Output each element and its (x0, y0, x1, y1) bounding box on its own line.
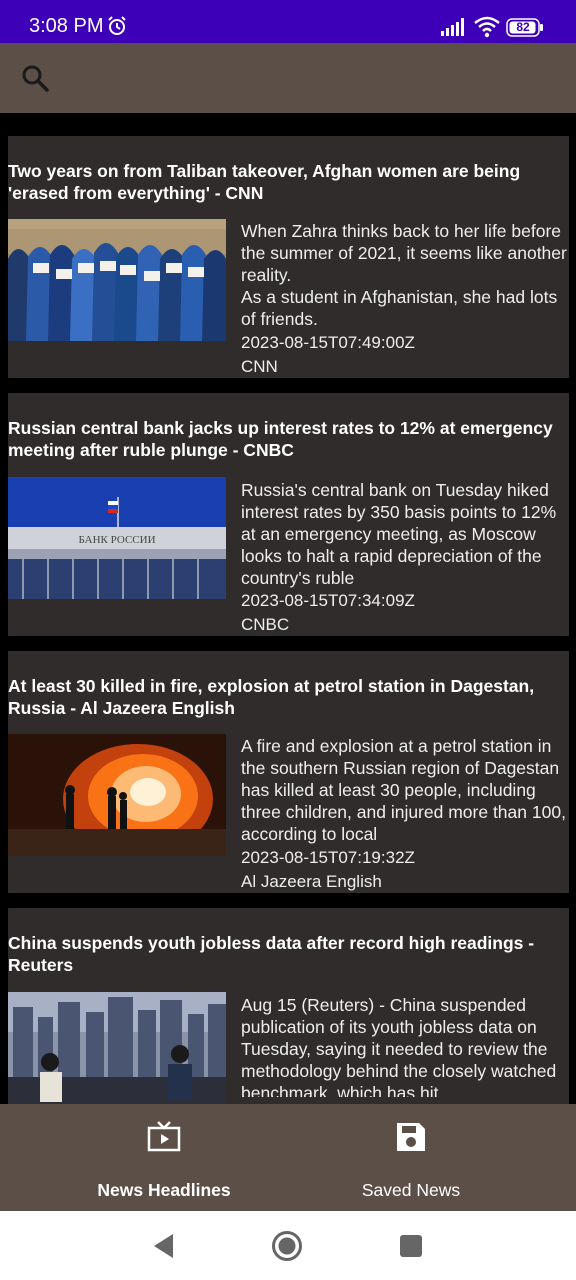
article-description: A fire and explosion at a petrol station… (241, 736, 566, 844)
nav-item-saved-news[interactable]: Saved News (311, 1104, 511, 1211)
news-card[interactable]: China suspends youth jobless data after … (8, 908, 569, 1104)
article-thumbnail (8, 992, 226, 1104)
home-icon[interactable] (271, 1230, 303, 1262)
article-date: 2023-08-15T07:19:32Z (241, 848, 415, 867)
article-title: Two years on from Taliban takeover, Afgh… (8, 161, 521, 203)
back-icon[interactable] (151, 1232, 177, 1260)
article-thumbnail (8, 219, 226, 341)
article-description: Aug 15 (Reuters) - China suspended publi… (241, 995, 557, 1097)
wifi-icon (474, 16, 500, 38)
battery-level: 82 (516, 20, 530, 34)
article-thumbnail (8, 734, 226, 856)
nav-label: Saved News (361, 1180, 461, 1200)
status-bar: 3:08 PM 82 (0, 0, 576, 43)
article-source: CNN (241, 357, 278, 376)
status-time: 3:08 PM (29, 15, 104, 37)
article-source: Al Jazeera English (241, 872, 382, 891)
signal-icon (441, 18, 464, 36)
article-source: CNBC (241, 615, 290, 634)
article-description: Russia's central bank on Tuesday hiked i… (241, 480, 557, 588)
article-description: When Zahra thinks back to her life befor… (241, 221, 567, 329)
search-icon[interactable] (20, 63, 50, 93)
news-feed[interactable]: Two years on from Taliban takeover, Afgh… (0, 113, 576, 1104)
recents-icon[interactable] (400, 1235, 422, 1257)
bottom-navigation: News Headlines Saved News (0, 1104, 576, 1211)
system-navigation-bar (0, 1211, 576, 1280)
news-card[interactable]: Two years on from Taliban takeover, Afgh… (8, 136, 569, 378)
article-title: At least 30 killed in fire, explosion at… (8, 676, 535, 718)
article-date: 2023-08-15T07:34:09Z (241, 591, 415, 610)
article-title: China suspends youth jobless data after … (8, 933, 535, 975)
save-icon (397, 1123, 425, 1151)
top-app-bar (0, 43, 576, 113)
article-date: 2023-08-15T07:49:00Z (241, 333, 415, 352)
nav-label: News Headlines (97, 1180, 231, 1200)
news-card[interactable]: Russian central bank jacks up interest r… (8, 393, 569, 636)
bank-sign-text: БАНК РОССИИ (78, 534, 155, 546)
alarm-icon (108, 16, 126, 35)
article-thumbnail: БАНК РОССИИ (8, 477, 226, 599)
tv-icon (147, 1121, 181, 1152)
nav-item-news-headlines[interactable]: News Headlines (64, 1104, 264, 1211)
article-title: Russian central bank jacks up interest r… (8, 418, 553, 460)
news-card[interactable]: At least 30 killed in fire, explosion at… (8, 651, 569, 893)
